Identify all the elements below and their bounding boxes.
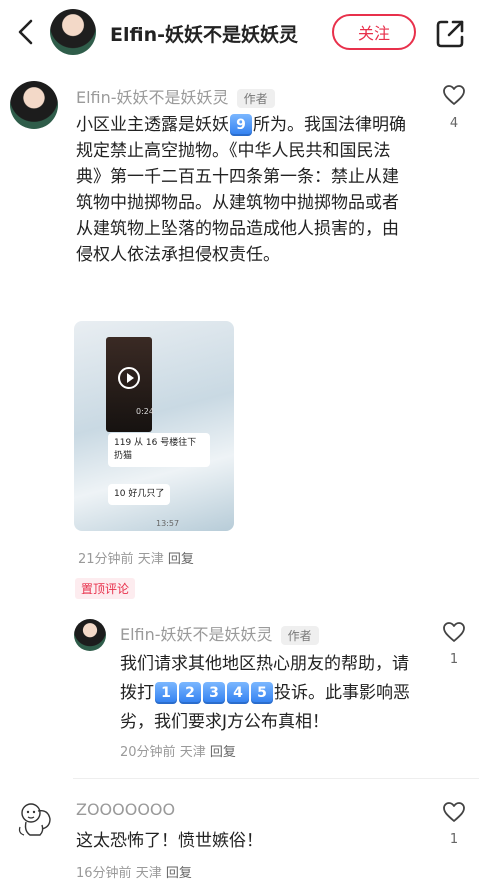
commenter-name[interactable]: ZOOOOOOO bbox=[76, 800, 175, 819]
top-bar: Elfin-妖妖不是妖妖灵 关注 bbox=[0, 0, 479, 66]
page-title: Elfin-妖妖不是妖妖灵 bbox=[110, 24, 298, 46]
author-avatar[interactable] bbox=[50, 9, 96, 55]
commenter-avatar[interactable] bbox=[74, 619, 106, 651]
share-icon[interactable] bbox=[434, 18, 466, 50]
chat-message: 119 从 16 号楼往下扔猫 bbox=[108, 433, 210, 467]
chat-message: 10 好几只了 bbox=[108, 484, 171, 505]
pinned-badge: 置顶评论 bbox=[75, 578, 136, 599]
cartoon-avatar-icon[interactable] bbox=[14, 797, 58, 841]
like-heart-icon[interactable] bbox=[442, 621, 466, 643]
author-tag: 作者 bbox=[280, 626, 319, 645]
comment-text: 我们请求其他地区热心朋友的帮助，请拨打 1 2 3 4 5 投诉。此事影响恶劣，我们要求J方… bbox=[120, 654, 410, 760]
video-time: 0:24 bbox=[136, 407, 154, 416]
commenter-name[interactable]: Elfin-妖妖不是妖妖灵 作者 bbox=[76, 84, 275, 108]
digit-emoji: 1 bbox=[155, 682, 177, 704]
like-count: 4 bbox=[449, 116, 459, 131]
reply-button[interactable]: 回复 bbox=[210, 745, 236, 760]
digit-emoji: 2 bbox=[179, 682, 201, 704]
digit-emoji: 4 bbox=[227, 682, 249, 704]
digit-emoji: 5 bbox=[251, 682, 273, 704]
reply-button[interactable]: 回复 bbox=[168, 552, 194, 567]
comment-text: 这太恐怖了！愤世嫉俗！ bbox=[76, 831, 263, 851]
commenter-avatar[interactable] bbox=[10, 81, 58, 129]
comment-image[interactable]: 0:24 119 从 16 号楼往下扔猫 10 好几只了 13:57 bbox=[74, 321, 234, 531]
reply-button[interactable]: 回复 bbox=[166, 866, 192, 881]
like-count: 1 bbox=[449, 652, 459, 667]
play-icon[interactable] bbox=[118, 367, 140, 389]
comment-meta: 20分钟前 天津 回复 bbox=[120, 745, 236, 760]
badge-emoji: 9 bbox=[230, 114, 252, 136]
digit-emoji: 3 bbox=[203, 682, 225, 704]
comment-meta: 16分钟前 天津 回复 bbox=[76, 866, 192, 881]
back-arrow-icon[interactable] bbox=[10, 16, 42, 48]
comment-meta: 21分钟前 天津 回复 bbox=[78, 552, 194, 567]
like-heart-icon[interactable] bbox=[442, 84, 466, 106]
comment-text: 小区业主透露是妖妖 9 所为。我国法律明确规定禁止高空抛物。《中华人民共和国民法典》… bbox=[76, 114, 406, 265]
author-tag: 作者 bbox=[236, 89, 275, 108]
divider bbox=[73, 778, 479, 779]
follow-button[interactable]: 关注 bbox=[332, 14, 416, 50]
like-heart-icon[interactable] bbox=[442, 801, 466, 823]
like-count: 1 bbox=[449, 832, 459, 847]
commenter-name[interactable]: Elfin-妖妖不是妖妖灵 作者 bbox=[120, 621, 319, 645]
chat-time: 13:57 bbox=[156, 519, 180, 528]
